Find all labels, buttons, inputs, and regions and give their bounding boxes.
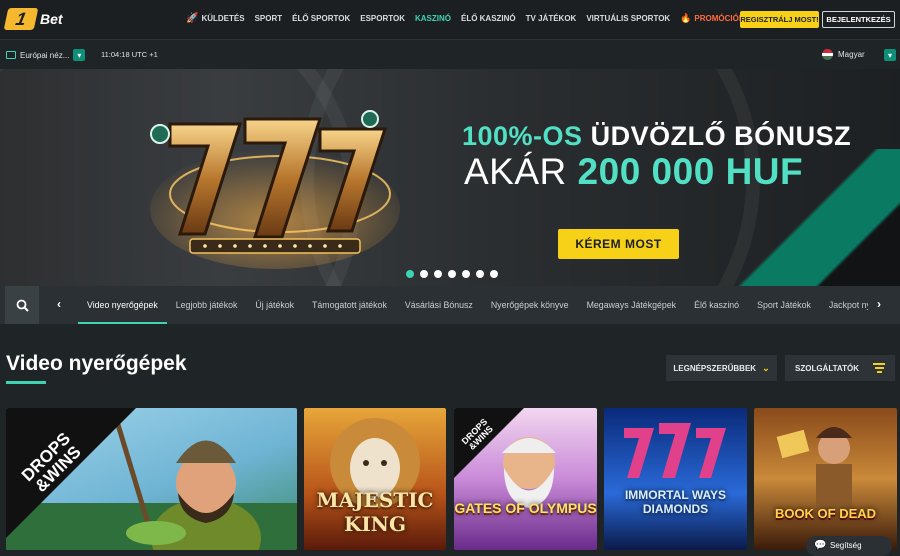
odds-icon: [6, 51, 16, 59]
game-title: MAJESTIC KING: [316, 488, 434, 536]
sort-label: LEGNÉPSZERŰBBEK: [673, 363, 757, 373]
chevron-down-icon: ⌄: [762, 362, 770, 373]
odds-format-value: Európai néz...: [20, 50, 70, 60]
search-icon: [16, 299, 29, 312]
banner-title-rest: ÜDVÖZLŐ BÓNUSZ: [590, 121, 852, 151]
category-tab[interactable]: Új játékok: [246, 286, 303, 324]
menu-item-promociok[interactable]: 🔥 PROMÓCIÓK: [680, 13, 744, 24]
category-tabs: Video nyerőgépek Legjobb játékok Új játéko…: [78, 286, 868, 324]
carousel-dot[interactable]: [490, 270, 498, 278]
category-tab[interactable]: Támogatott játékok: [303, 286, 396, 324]
game-title: GATES OF OLYMPUS: [454, 500, 597, 516]
carousel-dot[interactable]: [476, 270, 484, 278]
chevron-down-icon[interactable]: ▾: [73, 49, 86, 61]
category-tab[interactable]: Nyerőgépek könyve: [482, 286, 578, 324]
menu-item-esportok[interactable]: ESPORTOK: [360, 13, 405, 24]
hungary-flag-icon: [822, 49, 833, 60]
sort-dropdown[interactable]: LEGNÉPSZERŰBBEK ⌄: [666, 355, 777, 381]
settings-bar: Európai néz... ▾ 11:04:18 UTC +1 Magyar …: [0, 41, 900, 69]
carousel-dot[interactable]: [448, 270, 456, 278]
logo-mark: 1: [3, 8, 39, 30]
carousel-dot[interactable]: [420, 270, 428, 278]
top-navigation: 1 Bet 🚀 KÜLDETÉS SPORT ÉLŐ SPORTOK ESPORT…: [0, 0, 900, 40]
carousel-dot[interactable]: [462, 270, 470, 278]
carousel-dot[interactable]: [406, 270, 414, 278]
carousel-dots: [406, 270, 498, 278]
banner-title: 100%-OS ÜDVÖZLŐ BÓNUSZ: [462, 121, 851, 152]
menu-item-elo-kaszino[interactable]: ÉLŐ KASZINÓ: [461, 13, 516, 24]
category-bar: ‹ Video nyerőgépek Legjobb játékok Új játé…: [0, 286, 900, 324]
game-title: BOOK OF DEAD: [774, 506, 877, 521]
chat-label: Segítség: [830, 541, 862, 550]
category-tab[interactable]: Jackpot nyer: [820, 286, 868, 324]
diamond-sevens-artwork: [624, 423, 726, 478]
category-tab[interactable]: Sport Játékok: [748, 286, 820, 324]
fire-icon: 🔥: [680, 13, 692, 23]
category-tab[interactable]: Megaways Játékgépek: [578, 286, 686, 324]
rocket-icon: 🚀: [186, 13, 199, 24]
game-tile-fishing[interactable]: DROPS &WINS: [6, 408, 297, 550]
banner-subtitle: AKÁR 200 000 HUF: [464, 151, 803, 193]
explorer-artwork: [776, 427, 852, 514]
category-tab[interactable]: Vásárlási Bónusz: [396, 286, 482, 324]
carousel-dot[interactable]: [434, 270, 442, 278]
category-tab[interactable]: Élő kaszinó: [685, 286, 748, 324]
game-tile-immortal-ways-diamonds[interactable]: IMMORTAL WAYS DIAMONDS: [604, 408, 747, 550]
section-title: Video nyerőgépek: [6, 352, 187, 375]
menu-item-kaszino[interactable]: KASZINÓ: [415, 13, 451, 24]
category-tab[interactable]: Legjobb játékok: [167, 286, 247, 324]
language-value: Magyar: [838, 50, 865, 59]
clock: 11:04:18 UTC +1: [101, 50, 158, 59]
menu-item-kuldetes[interactable]: 🚀 KÜLDETÉS: [186, 13, 245, 24]
game-tile-book-of-dead[interactable]: BOOK OF DEAD: [754, 408, 897, 550]
menu-label: KÜLDETÉS: [201, 14, 245, 23]
promo-banner[interactable]: 100%-OS ÜDVÖZLŐ BÓNUSZ AKÁR 200 000 HUF …: [0, 69, 900, 286]
menu-item-sport[interactable]: SPORT: [255, 13, 283, 24]
language-select[interactable]: Magyar: [822, 49, 865, 60]
chevron-left-icon[interactable]: ‹: [57, 297, 61, 311]
register-button[interactable]: REGISZTRÁLJ MOST!: [740, 11, 819, 28]
providers-label: SZOLGÁLTATÓK: [795, 363, 859, 373]
banner-title-accent: 100%-OS: [462, 121, 583, 151]
search-button[interactable]: [5, 286, 39, 324]
odds-format-select[interactable]: Európai néz... ▾: [6, 49, 86, 61]
language-chevron-down-icon[interactable]: ▾: [884, 49, 896, 61]
providers-button[interactable]: SZOLGÁLTATÓK: [785, 355, 895, 381]
game-title: IMMORTAL WAYS DIAMONDS: [624, 488, 727, 516]
category-tab[interactable]: Video nyerőgépek: [78, 286, 167, 324]
menu-item-elo-sportok[interactable]: ÉLŐ SPORTOK: [292, 13, 350, 24]
menu-item-tv-jatekok[interactable]: TV JÁTÉKOK: [526, 13, 577, 24]
chat-button[interactable]: 💬 Segítség: [806, 536, 892, 556]
game-tile-majestic-king[interactable]: MAJESTIC KING: [304, 408, 446, 550]
banner-cta-button[interactable]: KÉREM MOST: [558, 229, 679, 259]
game-tile-gates-of-olympus[interactable]: DROPS &WINS GATES OF OLYMPUS: [454, 408, 597, 550]
menu-label: PROMÓCIÓK: [694, 14, 745, 23]
section-underline: [6, 381, 46, 384]
filter-icon: [873, 363, 885, 373]
logo-text: Bet: [40, 11, 63, 27]
banner-sub-prefix: AKÁR: [464, 151, 567, 192]
menu-item-virtualis-sportok[interactable]: VIRTUÁLIS SPORTOK: [586, 13, 670, 24]
login-button[interactable]: BEJELENTKEZÉS: [822, 11, 895, 28]
brand-logo[interactable]: 1 Bet: [3, 8, 63, 30]
lucky-sevens-illustration: [150, 110, 400, 269]
main-menu: 🚀 KÜLDETÉS SPORT ÉLŐ SPORTOK ESPORTOK KAS…: [186, 13, 745, 24]
banner-sub-accent: 200 000 HUF: [577, 151, 804, 192]
chat-icon: 💬: [814, 540, 827, 551]
chevron-right-icon[interactable]: ›: [877, 297, 881, 311]
